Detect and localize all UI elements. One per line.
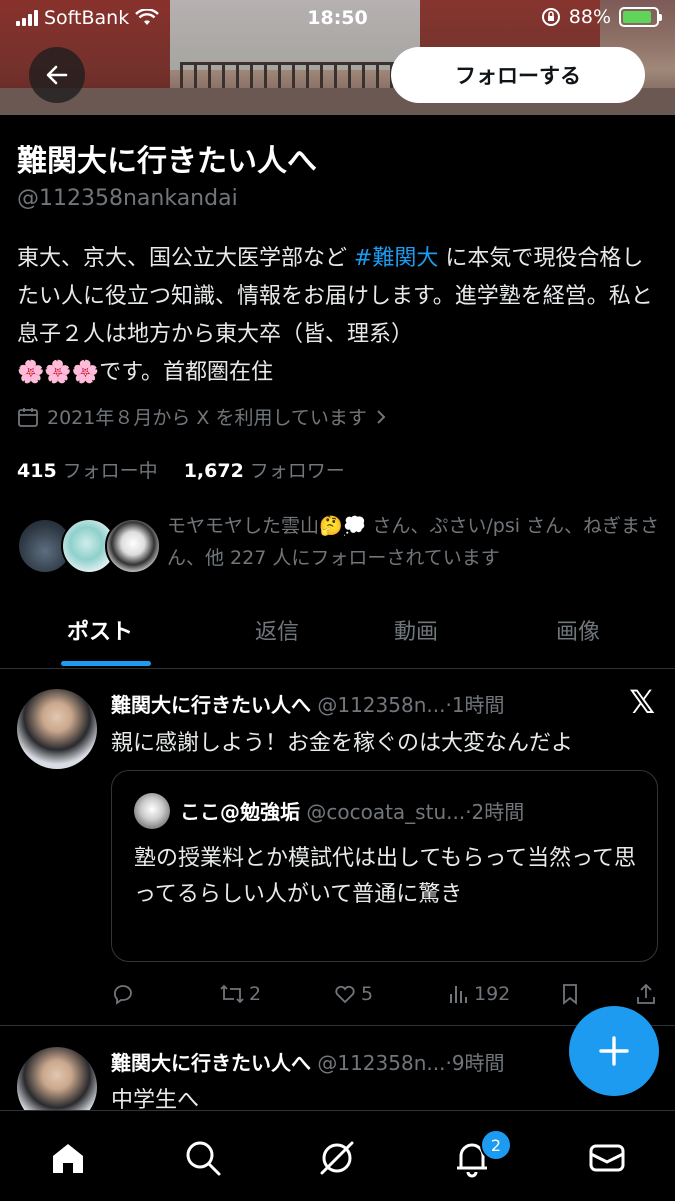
x-logo-icon: 𝕏 (629, 683, 655, 721)
notification-badge: 2 (480, 1129, 512, 1161)
quoted-tweet-text: 塾の授業料とか模試代は出してもらって当然って思ってるらしい人がいて普通に驚き (134, 846, 637, 907)
joined-date-row[interactable]: 2021年８月から X を利用しています (17, 403, 387, 430)
battery-icon (619, 7, 662, 27)
followed-by-text: モヤモヤした雲山🤔💭 さん、ぷさい/psi さん、ねぎまさん、他 227 人にフ… (167, 515, 660, 569)
tab-videos[interactable]: 動画 (394, 614, 438, 646)
compose-button[interactable] (569, 1006, 659, 1096)
back-button[interactable] (29, 47, 85, 103)
bio-text-1: 東大、京大、国公立大医学部など (17, 246, 354, 271)
active-tab-indicator (61, 661, 151, 666)
nav-home[interactable] (43, 1133, 93, 1183)
calendar-icon (18, 407, 38, 427)
quoted-handle: @cocoata_stu... (306, 800, 466, 824)
search-icon (186, 1141, 221, 1176)
reply-button[interactable] (111, 982, 135, 1006)
bookmark-icon (563, 984, 577, 1005)
bottom-navbar: 2 (0, 1110, 675, 1201)
like-count: 5 (361, 983, 374, 1005)
status-right: 88% (541, 6, 662, 28)
chevron-right-icon (377, 409, 386, 424)
share-icon (637, 983, 655, 1004)
profile-name: 難関大に行きたい人へ (17, 144, 317, 179)
profile-bio: 東大、京大、国公立大医学部など #難関大 に本気で現役合格したい人に役立つ知識、… (17, 240, 662, 392)
rotation-lock-icon (541, 8, 560, 26)
tweet-text: 親に感謝しよう！お金を稼ぐのは大変なんだよ (111, 731, 574, 756)
followers-stat[interactable]: 1,672 フォロワー (184, 456, 345, 483)
grok-icon (320, 1141, 354, 1175)
battery-percent: 88% (568, 6, 611, 28)
heart-icon (335, 985, 355, 1004)
reply-icon (114, 985, 132, 1005)
status-bar: SoftBank 18:50 88% (0, 0, 675, 38)
banner-fence (180, 62, 410, 91)
joined-date: 2021年８月から X を利用しています (47, 407, 367, 429)
profile-handle: @112358nankandai (17, 186, 238, 211)
tab-replies[interactable]: 返信 (255, 614, 299, 646)
tweet-time: ·1時間 (445, 693, 505, 717)
bookmark-button[interactable] (559, 982, 581, 1006)
tweet-actions: 2 5 192 (111, 982, 656, 1010)
bio-hashtag[interactable]: #難関大 (354, 246, 438, 271)
tweet-handle: @112358n... (317, 1051, 446, 1075)
quoted-tweet-header: ここ@勉強垢 @cocoata_stu...·2時間 (180, 796, 524, 825)
plus-icon (599, 1036, 629, 1066)
bio-emoji: 🌸🌸🌸 (17, 360, 100, 385)
arrow-left-icon (46, 65, 68, 85)
tweet-header: 難関大に行きたい人へ @112358n...·9時間 (111, 1047, 505, 1076)
nav-search[interactable] (178, 1133, 228, 1183)
quoted-tweet[interactable]: ここ@勉強垢 @cocoata_stu...·2時間 塾の授業料とか模試代は出し… (111, 770, 658, 962)
tab-images[interactable]: 画像 (556, 614, 600, 646)
views-button[interactable]: 192 (448, 982, 510, 1006)
tweet-author: 難関大に行きたい人へ (111, 1051, 311, 1075)
bio-text-3: です。首都圏在住 (99, 360, 273, 385)
share-button[interactable] (635, 982, 657, 1006)
followed-by-row[interactable]: モヤモヤした雲山🤔💭 さん、ぷさい/psi さん、ねぎまさん、他 227 人にフ… (17, 510, 667, 580)
retweet-count: 2 (249, 983, 262, 1005)
tweet-author: 難関大に行きたい人へ (111, 693, 311, 717)
quoted-author: ここ@勉強垢 (180, 800, 300, 824)
tweet-header: 難関大に行きたい人へ @112358n...·1時間 (111, 689, 505, 718)
views-count: 192 (474, 983, 511, 1005)
follow-button[interactable]: フォローする (391, 47, 645, 103)
like-button[interactable]: 5 (333, 982, 373, 1006)
retweet-icon (220, 984, 244, 1004)
follow-stats: 415 フォロー中 1,672 フォロワー (17, 456, 345, 483)
following-stat[interactable]: 415 フォロー中 (17, 456, 158, 483)
avatar[interactable] (17, 1047, 97, 1110)
analytics-icon (450, 986, 467, 1003)
tweet-text: 中学生へ (111, 1088, 200, 1110)
home-icon (53, 1144, 83, 1173)
quoted-time: ·2時間 (465, 800, 525, 824)
tweet-time: ·9時間 (445, 1051, 505, 1075)
follower-avatar (105, 518, 161, 574)
retweet-button[interactable]: 2 (219, 982, 261, 1006)
tweet-handle: @112358n... (317, 693, 446, 717)
profile-tabs: ポスト 返信 動画 画像 (0, 600, 675, 669)
avatar[interactable] (17, 689, 97, 769)
mail-icon (589, 1144, 625, 1172)
nav-messages[interactable] (582, 1133, 632, 1183)
tab-posts[interactable]: ポスト (67, 614, 133, 646)
nav-grok[interactable] (312, 1133, 362, 1183)
avatar (134, 793, 170, 829)
